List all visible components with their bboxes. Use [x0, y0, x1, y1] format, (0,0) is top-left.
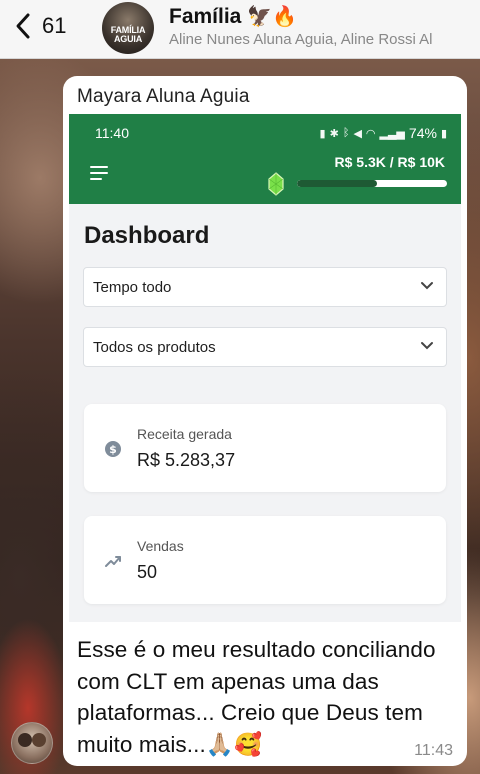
group-title[interactable]: Família 🦅🔥 — [169, 4, 297, 29]
product-select[interactable]: Todos os produtos — [83, 327, 447, 367]
chevron-left-icon — [16, 13, 30, 39]
alarm-icon: ▮ — [319, 127, 326, 140]
chat-header: 61 FAMÍLIA AGUIA Família 🦅🔥 Aline Nunes … — [0, 0, 480, 59]
group-name: Família — [169, 4, 242, 28]
chevron-down-icon — [421, 282, 433, 290]
dollar-icon: $ — [105, 441, 121, 457]
sender-name[interactable]: Mayara Aluna Aguia — [77, 86, 250, 108]
revenue-label: Receita gerada — [137, 426, 232, 442]
group-avatar-logo: FAMÍLIA AGUIA — [110, 25, 146, 44]
bluetooth-icon: ᛒ — [342, 127, 350, 139]
menu-icon[interactable] — [90, 166, 108, 180]
period-select-value: Tempo todo — [93, 279, 172, 296]
dashboard-title: Dashboard — [84, 222, 210, 249]
sales-card: Vendas 50 — [84, 516, 446, 604]
back-button[interactable]: 61 — [14, 10, 66, 42]
shared-image[interactable]: 11:40 ▮ ✱ ᛒ ◀ ◠ ▂▃▅ 74% ▮ R$ 5.3K / R$ 1… — [69, 114, 461, 622]
group-members[interactable]: Aline Nunes Aluna Aguia, Aline Rossi Al — [169, 31, 480, 48]
wifi-icon: ◠ — [365, 127, 376, 140]
revenue-value: R$ 5.283,37 — [137, 450, 236, 470]
revenue-card: $ Receita gerada R$ 5.283,37 — [84, 404, 446, 492]
signal-icon: ▂▃▅ — [379, 127, 405, 140]
product-select-value: Todos os produtos — [93, 339, 216, 356]
sender-avatar[interactable] — [11, 722, 53, 764]
revenue-goal: R$ 5.3K / R$ 10K — [334, 154, 446, 170]
settings-icon: ✱ — [329, 127, 339, 140]
group-emojis: 🦅🔥 — [247, 6, 298, 28]
goal-progress-fill — [297, 180, 377, 187]
mute-icon: ◀ — [353, 127, 362, 140]
gem-icon — [268, 172, 284, 196]
trending-up-icon — [105, 556, 121, 567]
message-time: 11:43 — [414, 742, 453, 759]
sales-value: 50 — [137, 562, 158, 582]
battery-level: 74% — [408, 125, 437, 141]
status-icons: ▮ ✱ ᛒ ◀ ◠ ▂▃▅ 74% ▮ — [320, 125, 447, 141]
status-time: 11:40 — [95, 125, 129, 141]
sales-label: Vendas — [137, 538, 184, 554]
chevron-down-icon — [421, 342, 433, 350]
group-avatar[interactable]: FAMÍLIA AGUIA — [102, 2, 154, 54]
app-header: 11:40 ▮ ✱ ᛒ ◀ ◠ ▂▃▅ 74% ▮ R$ 5.3K / R$ 1… — [69, 114, 461, 204]
svg-text:$: $ — [109, 443, 117, 456]
goal-progress-bar — [297, 180, 447, 187]
message-bubble[interactable]: Mayara Aluna Aguia 11:40 ▮ ✱ ᛒ ◀ ◠ ▂▃▅ 7… — [63, 76, 467, 766]
unread-count: 61 — [42, 13, 67, 38]
message-text: Esse é o meu resultado conciliando com C… — [77, 637, 436, 757]
battery-icon: ▮ — [440, 127, 447, 140]
period-select[interactable]: Tempo todo — [83, 267, 447, 307]
